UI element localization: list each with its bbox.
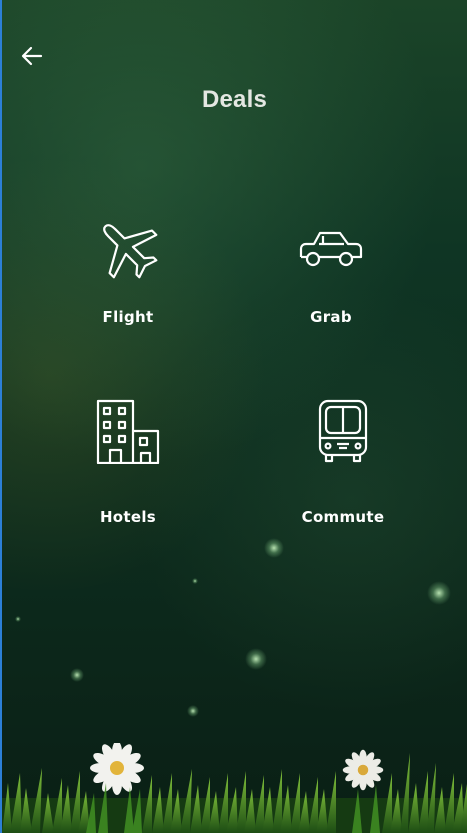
deal-label-flight: Flight (102, 308, 154, 326)
deal-tile-grab[interactable]: Grab (251, 214, 411, 344)
building-icon (93, 396, 163, 466)
deal-tile-commute[interactable]: Commute (263, 396, 423, 526)
deal-label-commute: Commute (301, 508, 385, 526)
deal-label-hotels: Hotels (99, 508, 157, 526)
bokeh-light (192, 578, 198, 584)
deals-screen: Deals Flight Grab Hotels Commute (0, 0, 467, 833)
daisy-flower (342, 749, 384, 791)
bokeh-light (187, 705, 199, 717)
deal-tile-hotels[interactable]: Hotels (48, 396, 208, 526)
back-button[interactable] (16, 40, 48, 72)
bokeh-light (245, 648, 267, 670)
bokeh-light (70, 668, 84, 682)
deal-label-grab: Grab (310, 308, 352, 326)
arrow-left-icon (21, 46, 43, 66)
bokeh-light (427, 581, 451, 605)
car-icon (296, 214, 366, 284)
daisy-flower (90, 743, 144, 795)
bus-icon (308, 396, 378, 466)
airplane-icon (93, 214, 163, 284)
bokeh-light (264, 538, 284, 558)
grass-decoration (2, 743, 467, 833)
page-title: Deals (201, 86, 268, 113)
bokeh-light (15, 616, 21, 622)
deal-tile-flight[interactable]: Flight (48, 214, 208, 344)
